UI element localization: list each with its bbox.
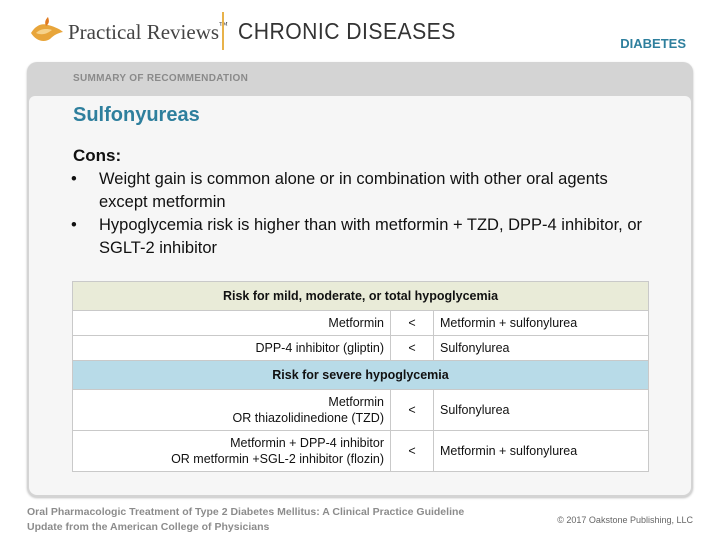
oil-lamp-logo-icon <box>31 17 63 41</box>
comparison-operator: < <box>390 335 434 361</box>
section-title: CHRONIC DISEASES <box>238 18 456 44</box>
comparison-operator: < <box>390 389 434 431</box>
copyright: © 2017 Oakstone Publishing, LLC <box>557 515 693 525</box>
table-row: Metformin < Metformin + sulfonylurea <box>72 310 649 336</box>
slide-header: Practical Reviews™ CHRONIC DISEASES DIAB… <box>0 0 720 60</box>
table-cell: Metformin OR thiazolidinedione (TZD) <box>72 389 391 431</box>
table-row: Metformin + DPP-4 inhibitor OR metformin… <box>72 430 649 472</box>
list-item: • Weight gain is common alone or in comb… <box>71 170 608 211</box>
table-row: Metformin OR thiazolidinedione (TZD) < S… <box>72 389 649 431</box>
table-cell: Sulfonylurea <box>433 389 649 431</box>
table-cell: Sulfonylurea <box>433 335 649 361</box>
table-cell: Metformin <box>72 310 391 336</box>
table-cell: Metformin + sulfonylurea <box>433 310 649 336</box>
table-section-header: Risk for mild, moderate, or total hypogl… <box>72 281 649 311</box>
cons-heading: Cons: <box>73 146 122 165</box>
table-cell: Metformin + DPP-4 inhibitor OR metformin… <box>72 430 391 472</box>
comparison-operator: < <box>390 430 434 472</box>
brand-name: Practical Reviews™ <box>68 20 228 44</box>
hypoglycemia-risk-table: Risk for mild, moderate, or total hypogl… <box>72 281 649 472</box>
category-label: DIABETES <box>620 36 686 51</box>
table-cell: Metformin + sulfonylurea <box>433 430 649 472</box>
table-row: DPP-4 inhibitor (gliptin) < Sulfonylurea <box>72 335 649 361</box>
header-divider <box>222 12 224 50</box>
card-body: Sulfonyureas Cons: • Weight gain is comm… <box>29 96 691 495</box>
bullet-icon: • <box>71 216 77 234</box>
cons-list: • Weight gain is common alone or in comb… <box>69 168 649 260</box>
table-section-header: Risk for severe hypoglycemia <box>72 360 649 390</box>
comparison-operator: < <box>390 310 434 336</box>
citation: Oral Pharmacologic Treatment of Type 2 D… <box>27 506 465 533</box>
slide-title: Sulfonyureas <box>73 104 200 126</box>
bullet-icon: • <box>71 170 77 188</box>
recommendation-card: SUMMARY OF RECOMMENDATION Sulfonyureas C… <box>27 62 693 497</box>
card-label: SUMMARY OF RECOMMENDATION <box>73 73 249 84</box>
list-item: • Hypoglycemia risk is higher than with … <box>71 216 643 257</box>
table-cell: DPP-4 inhibitor (gliptin) <box>72 335 391 361</box>
